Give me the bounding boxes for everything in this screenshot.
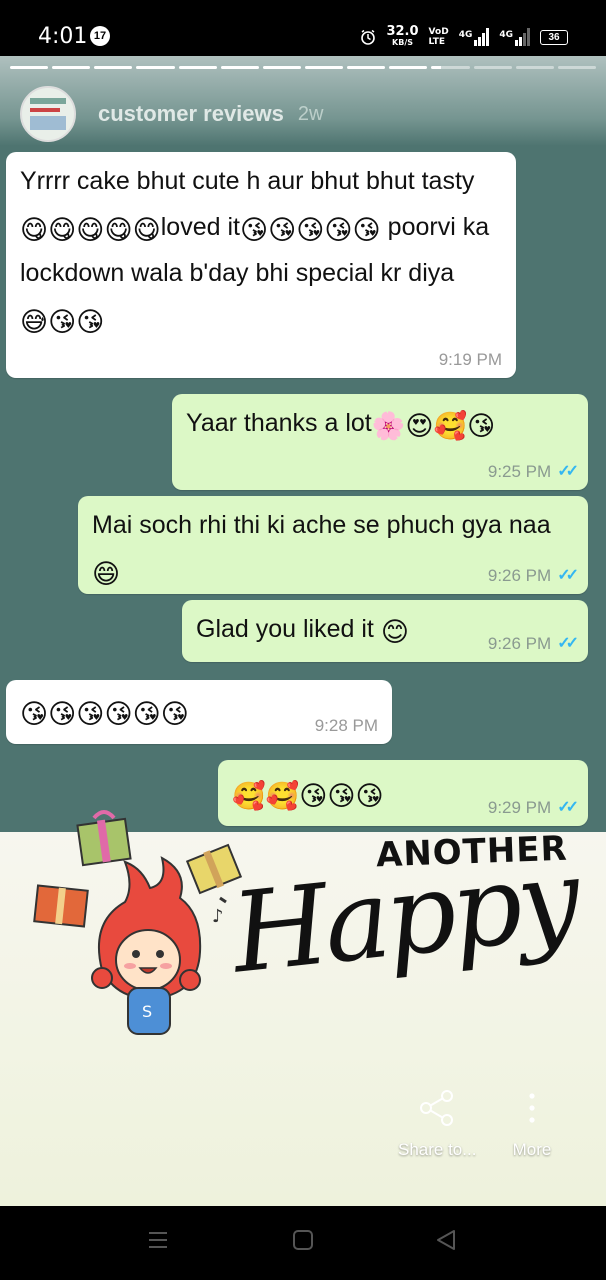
signal-bars-icon xyxy=(474,28,490,46)
mascot-letter: S xyxy=(142,1002,152,1021)
message-meta: 9:29 PM ✓✓ xyxy=(487,798,579,818)
chat-bubble-outgoing: Mai soch rhi thi ki ache se phuch gya na… xyxy=(78,496,588,594)
home-square-icon[interactable] xyxy=(291,1228,315,1252)
volte-top: VoD xyxy=(428,27,449,37)
message-time: 9:19 PM xyxy=(438,350,502,369)
sim2-signal: 4G xyxy=(499,28,530,46)
avatar[interactable] xyxy=(20,86,76,142)
read-receipt-icon: ✓✓ xyxy=(557,635,579,652)
network-speed: 32.0 KB/S xyxy=(386,24,419,48)
posted-ago: 2w xyxy=(297,102,324,125)
alarm-icon xyxy=(361,29,376,45)
message-meta: 9:25 PM ✓✓ xyxy=(487,462,579,482)
chat-bubble-incoming: 😘😘😘😘😘😘 9:28 PM xyxy=(6,680,392,744)
message-text: Yaar thanks a lot xyxy=(186,409,372,437)
emoji-group: 😋😋😋😋😋 xyxy=(20,215,161,246)
emoji-group: 🌸😍🥰😘 xyxy=(371,411,496,442)
chat-bubble-incoming: Yrrrr cake bhut cute h aur bhut bhut tas… xyxy=(6,152,516,378)
more-button[interactable]: More xyxy=(512,1088,552,1160)
message-text: Glad you liked it xyxy=(196,615,381,643)
sticker-text-happy: Happy xyxy=(226,834,583,998)
battery-indicator: 36 xyxy=(540,29,568,45)
message-time: 9:26 PM xyxy=(487,566,552,585)
chat-bubble-outgoing: Glad you liked it 😊 9:26 PM ✓✓ xyxy=(182,600,588,662)
share-button[interactable]: Share to... xyxy=(398,1088,476,1160)
system-nav-bar xyxy=(0,1206,606,1280)
share-icon xyxy=(420,1090,454,1126)
status-indicators: 32.0 KB/S VoD LTE 4G 4G 36 xyxy=(360,24,568,48)
message-time: 9:28 PM xyxy=(314,716,378,735)
notification-count-badge: 17 xyxy=(90,26,110,46)
volte-bottom: LTE xyxy=(428,37,446,47)
signal-bars-icon xyxy=(515,28,530,46)
story-progress-bar xyxy=(10,66,596,69)
read-receipt-icon: ✓✓ xyxy=(557,799,579,816)
message-text: loved it xyxy=(160,213,240,241)
message-meta: 9:26 PM ✓✓ xyxy=(487,566,579,586)
account-name[interactable]: customer reviews xyxy=(98,101,284,127)
gift-box-icon xyxy=(33,884,89,928)
back-triangle-icon[interactable] xyxy=(434,1228,458,1252)
story-header: customer reviews 2w xyxy=(20,86,323,142)
share-label: Share to... xyxy=(398,1140,477,1159)
sim2-network-label: 4G xyxy=(499,30,513,40)
chat-bubble-outgoing: 🥰🥰😘😘😘 9:29 PM ✓✓ xyxy=(218,760,588,826)
message-meta: 9:26 PM ✓✓ xyxy=(487,634,579,654)
volte-indicator: VoD LTE xyxy=(429,27,449,47)
emoji-group: 😅😘😘 xyxy=(20,307,105,338)
message-time: 9:25 PM xyxy=(487,462,552,481)
emoji-group: 😘😘😘😘😘😘 xyxy=(20,699,189,730)
message-text: Mai soch rhi thi ki ache se phuch gya na… xyxy=(92,511,551,539)
story-viewer[interactable]: customer reviews 2w Yrrrr cake bhut cute… xyxy=(0,56,606,1206)
emoji-group: 😊 xyxy=(380,617,409,648)
read-receipt-icon: ✓✓ xyxy=(557,567,579,584)
network-speed-value: 32.0 xyxy=(386,24,419,39)
chat-bubble-outgoing: Yaar thanks a lot🌸😍🥰😘 9:25 PM ✓✓ xyxy=(172,394,588,490)
menu-icon[interactable] xyxy=(146,1228,170,1252)
sim1-signal: 4G xyxy=(459,28,490,46)
more-vertical-icon xyxy=(529,1093,535,1123)
message-meta: 9:19 PM xyxy=(439,350,502,370)
status-time: 4:01 xyxy=(38,24,88,49)
message-time: 9:29 PM xyxy=(487,798,552,817)
gift-box-icon xyxy=(76,810,132,867)
emoji-group: 😄 xyxy=(92,559,121,590)
music-note-icon: ♪ xyxy=(212,906,224,927)
emoji-group: 😘😘😘😘😘 xyxy=(239,215,381,246)
message-meta: 9:28 PM xyxy=(315,716,378,736)
status-bar: 4:01 17 32.0 KB/S VoD LTE 4G 4G 36 xyxy=(0,0,606,56)
sim1-network-label: 4G xyxy=(458,30,473,40)
message-time: 9:26 PM xyxy=(487,634,552,653)
read-receipt-icon: ✓✓ xyxy=(557,463,579,480)
more-label: More xyxy=(512,1140,552,1159)
message-text: Yrrrr cake bhut cute h aur bhut bhut tas… xyxy=(20,167,475,195)
